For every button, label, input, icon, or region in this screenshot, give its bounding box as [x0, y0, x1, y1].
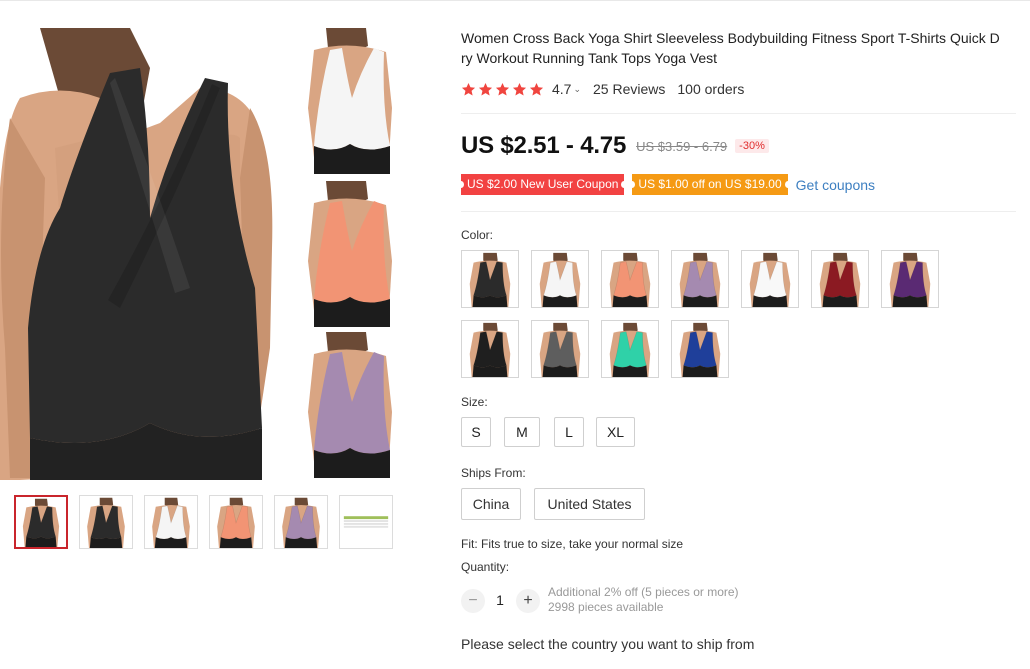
new-user-coupon[interactable]: US $2.00 New User Coupon [457, 174, 628, 195]
side-photo-1 [306, 28, 394, 174]
size-option-l[interactable]: L [554, 417, 584, 447]
reviews-link[interactable]: 25 Reviews [593, 81, 665, 97]
color-swatch-royal-blue[interactable] [671, 320, 729, 378]
star-icon [461, 82, 476, 95]
price-row: US $2.51 - 4.75 US $3.59 - 6.79 -30% [461, 132, 769, 160]
size-option-xl[interactable]: XL [596, 417, 635, 447]
color-swatch-lavender[interactable] [671, 250, 729, 308]
quantity-decrease-button[interactable]: − [461, 589, 485, 613]
size-label: Size: [461, 395, 488, 409]
thumbnail-5[interactable] [274, 495, 328, 549]
thumbnail-image [80, 496, 132, 548]
color-label: Color: [461, 228, 494, 242]
ships-from-label: Ships From: [461, 466, 526, 480]
thumbnail-image [275, 496, 327, 548]
color-swatch-black[interactable] [461, 250, 519, 308]
color-swatch-coral[interactable] [601, 250, 659, 308]
size-chart-icon [340, 496, 392, 548]
thumbnail-2[interactable] [79, 495, 133, 549]
bulk-discount-note: Additional 2% off (5 pieces or more) [548, 585, 739, 599]
product-title: Women Cross Back Yoga Shirt Sleeveless B… [461, 28, 1013, 68]
thumbnail-image [210, 496, 262, 548]
divider [461, 113, 1016, 114]
thumbnail-strip [14, 495, 394, 551]
side-photo-2 [306, 181, 394, 327]
rating-value[interactable]: 4.7 [552, 81, 571, 97]
coupon-row: US $2.00 New User Coupon US $1.00 off on… [457, 174, 875, 195]
color-swatch-mint[interactable] [601, 320, 659, 378]
get-coupons-link[interactable]: Get coupons [796, 177, 875, 193]
thumbnail-image [16, 497, 66, 547]
ship-option-united-states[interactable]: United States [534, 488, 645, 520]
product-details: Women Cross Back Yoga Shirt Sleeveless B… [457, 28, 1021, 652]
main-product-image[interactable] [0, 28, 300, 480]
star-icon [529, 82, 544, 95]
store-coupon[interactable]: US $1.00 off on US $19.00 [629, 174, 791, 195]
main-photo-illustration [0, 28, 300, 480]
color-swatch-purple[interactable] [881, 250, 939, 308]
product-title-line-1: Women Cross Back Yoga Shirt Sleeveless B… [461, 30, 1000, 46]
rating-stars [461, 82, 546, 97]
original-price: US $3.59 - 6.79 [636, 138, 728, 154]
color-swatch-white[interactable] [531, 250, 589, 308]
size-option-s[interactable]: S [461, 417, 491, 447]
divider [461, 211, 1016, 212]
current-price: US $2.51 - 4.75 [461, 132, 627, 159]
chevron-down-icon[interactable]: ⌄ [573, 84, 581, 95]
size-option-m[interactable]: M [504, 417, 540, 447]
color-swatch-gray[interactable] [531, 320, 589, 378]
stock-available-note: 2998 pieces available [548, 600, 664, 614]
star-icon [512, 82, 527, 95]
ship-option-china[interactable]: China [461, 488, 521, 520]
star-icon [478, 82, 493, 95]
ship-country-prompt: Please select the country you want to sh… [461, 636, 755, 652]
star-icon [495, 82, 510, 95]
thumbnail-image [145, 496, 197, 548]
quantity-note: Additional 2% off (5 pieces or more) 299… [548, 585, 739, 615]
thumbnail-4[interactable] [209, 495, 263, 549]
quantity-value[interactable]: 1 [495, 592, 505, 608]
top-divider [0, 0, 1030, 1]
side-image-lavender[interactable] [306, 332, 394, 478]
quantity-increase-button[interactable]: + [516, 589, 540, 613]
product-title-line-2: ry Workout Running Tank Tops Yoga Vest [461, 50, 718, 66]
fit-note: Fit: Fits true to size, take your normal… [461, 537, 684, 551]
color-swatch-black-racerback[interactable] [461, 320, 519, 378]
color-swatch-burgundy[interactable] [811, 250, 869, 308]
rating-row: 4.7 ⌄ 25 Reviews 100 orders [461, 80, 744, 98]
product-gallery [0, 28, 400, 558]
thumbnail-1[interactable] [14, 495, 68, 549]
quantity-label: Quantity: [461, 560, 510, 574]
side-photo-3 [306, 332, 394, 478]
orders-count: 100 orders [677, 81, 745, 97]
side-image-coral[interactable] [306, 181, 394, 327]
color-swatch-white-racerback[interactable] [741, 250, 799, 308]
side-image-white[interactable] [306, 28, 394, 174]
thumbnail-3[interactable] [144, 495, 198, 549]
discount-badge: -30% [735, 139, 769, 153]
thumbnail-size-chart[interactable] [339, 495, 393, 549]
